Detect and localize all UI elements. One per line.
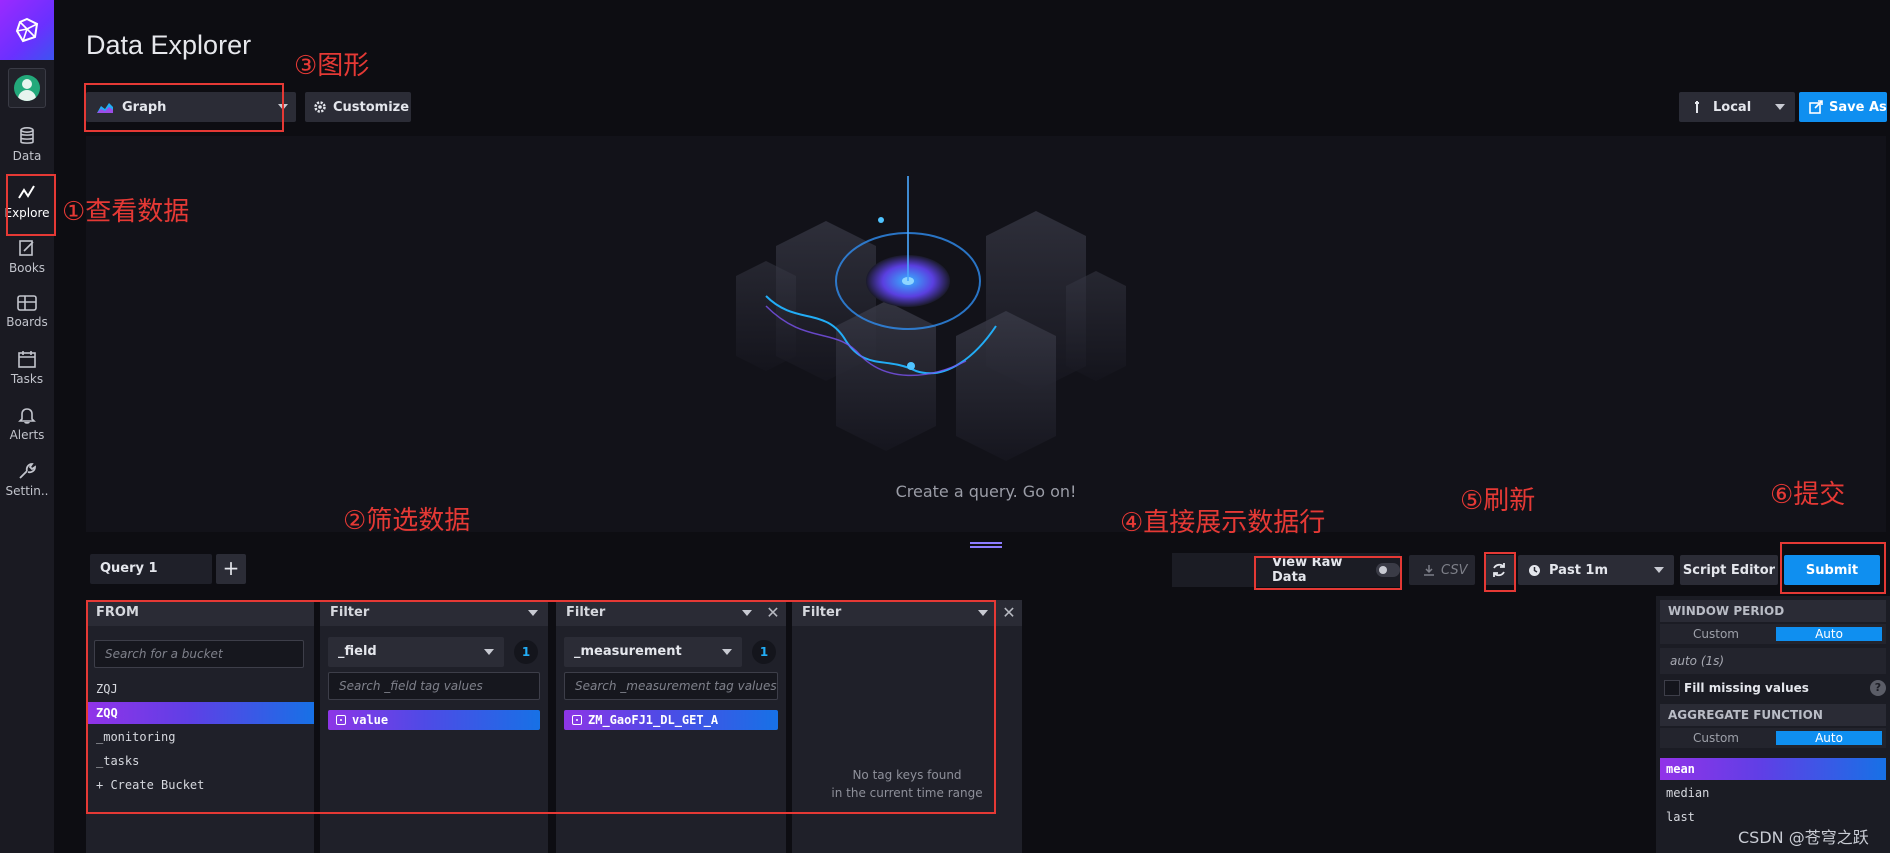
aggregate-function-toggle[interactable]: Custom Auto <box>1660 728 1886 748</box>
nav-label-alerts: Alerts <box>9 428 45 442</box>
user-avatar[interactable] <box>8 68 46 108</box>
download-icon <box>1424 565 1434 576</box>
clock-icon <box>1529 564 1540 576</box>
calendar-icon <box>18 351 36 368</box>
wrench-icon <box>19 463 36 479</box>
resize-handle[interactable] <box>970 542 1002 548</box>
fill-missing-row[interactable]: Fill missing values ? <box>1660 678 1886 700</box>
bell-icon <box>18 408 36 424</box>
nav-label-data: Data <box>12 149 42 163</box>
database-icon <box>20 127 34 144</box>
timezone-dropdown[interactable]: Local <box>1679 92 1795 122</box>
notebook-icon <box>19 240 34 256</box>
window-period-toggle[interactable]: Custom Auto <box>1660 624 1886 644</box>
window-period-input[interactable]: auto (1s) <box>1660 648 1886 674</box>
chevron-down-icon <box>1654 567 1664 573</box>
tab-query-1[interactable]: Query 1 <box>90 554 212 584</box>
nav-item-data[interactable]: Data <box>0 118 54 172</box>
window-auto-option[interactable]: Auto <box>1776 627 1882 641</box>
annotation-box-raw-data <box>1254 556 1402 590</box>
function-item-mean[interactable]: mean <box>1660 758 1886 780</box>
annotation-graph-type: ③图形 <box>294 51 370 81</box>
timezone-label: Local <box>1713 99 1752 115</box>
chevron-down-icon <box>1775 104 1785 110</box>
annotation-box-submit <box>1780 542 1886 594</box>
annotation-box-explore <box>6 174 56 236</box>
nav-label-tasks: Tasks <box>10 372 44 386</box>
csv-download-button[interactable]: CSV <box>1409 555 1475 585</box>
window-period-header: WINDOW PERIOD <box>1660 600 1886 622</box>
nav-item-alerts[interactable]: Alerts <box>0 397 54 451</box>
empty-graph-message: Create a query. Go on! <box>895 482 1077 501</box>
fill-missing-label: Fill missing values <box>1684 681 1809 695</box>
pin-icon <box>1695 101 1699 113</box>
export-icon <box>1809 100 1823 114</box>
annotation-box-refresh <box>1484 552 1516 592</box>
close-icon[interactable]: ✕ <box>998 602 1020 624</box>
gear-icon <box>314 101 326 113</box>
left-nav: Data Explore Books Boards Tasks Alerts S… <box>0 0 54 853</box>
customize-button[interactable]: Customize <box>305 92 411 122</box>
nav-label-settings: Settin.. <box>5 484 49 498</box>
aggregate-auto-option[interactable]: Auto <box>1776 731 1882 745</box>
nav-label-books: Books <box>8 261 46 275</box>
save-as-label: Save As <box>1829 99 1887 115</box>
fill-missing-checkbox[interactable] <box>1664 680 1680 696</box>
help-icon[interactable]: ? <box>1870 680 1886 696</box>
annotation-view-data: ①查看数据 <box>62 197 190 227</box>
time-range-dropdown[interactable]: Past 1m <box>1518 555 1674 585</box>
aggregate-panel: WINDOW PERIOD Custom Auto auto (1s) Fill… <box>1656 596 1890 853</box>
nav-item-boards[interactable]: Boards <box>0 285 54 339</box>
aggregate-function-header: AGGREGATE FUNCTION <box>1660 704 1886 726</box>
page-title: Data Explorer <box>86 30 252 60</box>
empty-state-illustration <box>736 176 1126 461</box>
csv-label: CSV <box>1441 562 1468 578</box>
influxdb-logo-icon[interactable] <box>0 0 54 60</box>
script-editor-button[interactable]: Script Editor <box>1680 555 1778 585</box>
nav-item-settings[interactable]: Settin.. <box>0 453 54 507</box>
time-range-label: Past 1m <box>1549 562 1609 578</box>
watermark: CSDN @苍穹之跃 <box>1738 828 1869 847</box>
aggregate-custom-option[interactable]: Custom <box>1660 728 1772 748</box>
nav-item-tasks[interactable]: Tasks <box>0 341 54 395</box>
customize-label: Customize <box>333 99 410 115</box>
add-query-button[interactable]: + <box>216 554 246 584</box>
graph-area: Create a query. Go on! <box>86 136 1886 532</box>
annotation-filter-data: ②筛选数据 <box>343 506 471 536</box>
annotation-box-filter <box>86 600 996 814</box>
nav-label-boards: Boards <box>6 315 48 329</box>
annotation-refresh: ⑤刷新 <box>1460 486 1536 516</box>
annotation-box-graph-type <box>84 83 284 132</box>
annotation-raw-data: ④直接展示数据行 <box>1120 508 1326 538</box>
dashboards-icon <box>17 295 37 311</box>
save-as-button[interactable]: Save As <box>1799 92 1887 122</box>
annotation-submit: ⑥提交 <box>1770 480 1846 510</box>
window-custom-option[interactable]: Custom <box>1660 624 1772 644</box>
function-item-median[interactable]: median <box>1660 782 1886 804</box>
nav-item-books[interactable]: Books <box>0 230 54 284</box>
